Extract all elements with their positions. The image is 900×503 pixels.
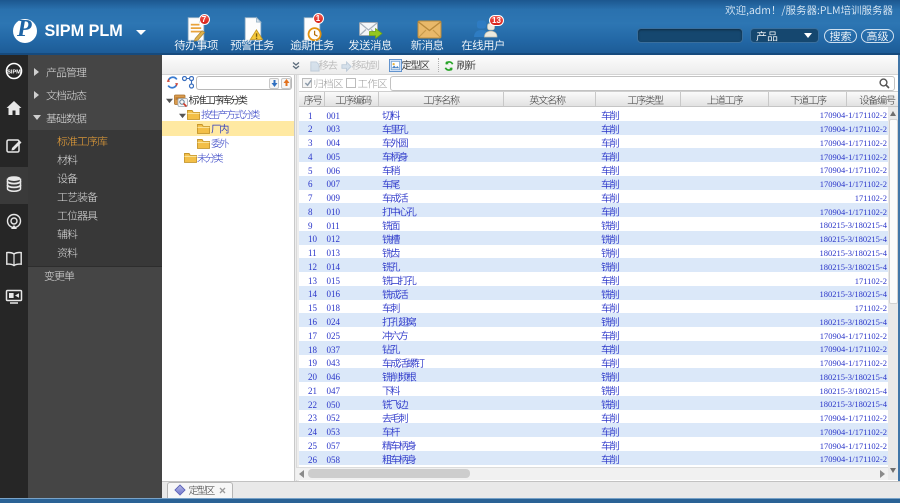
- svg-text:SIPM: SIPM: [7, 70, 21, 76]
